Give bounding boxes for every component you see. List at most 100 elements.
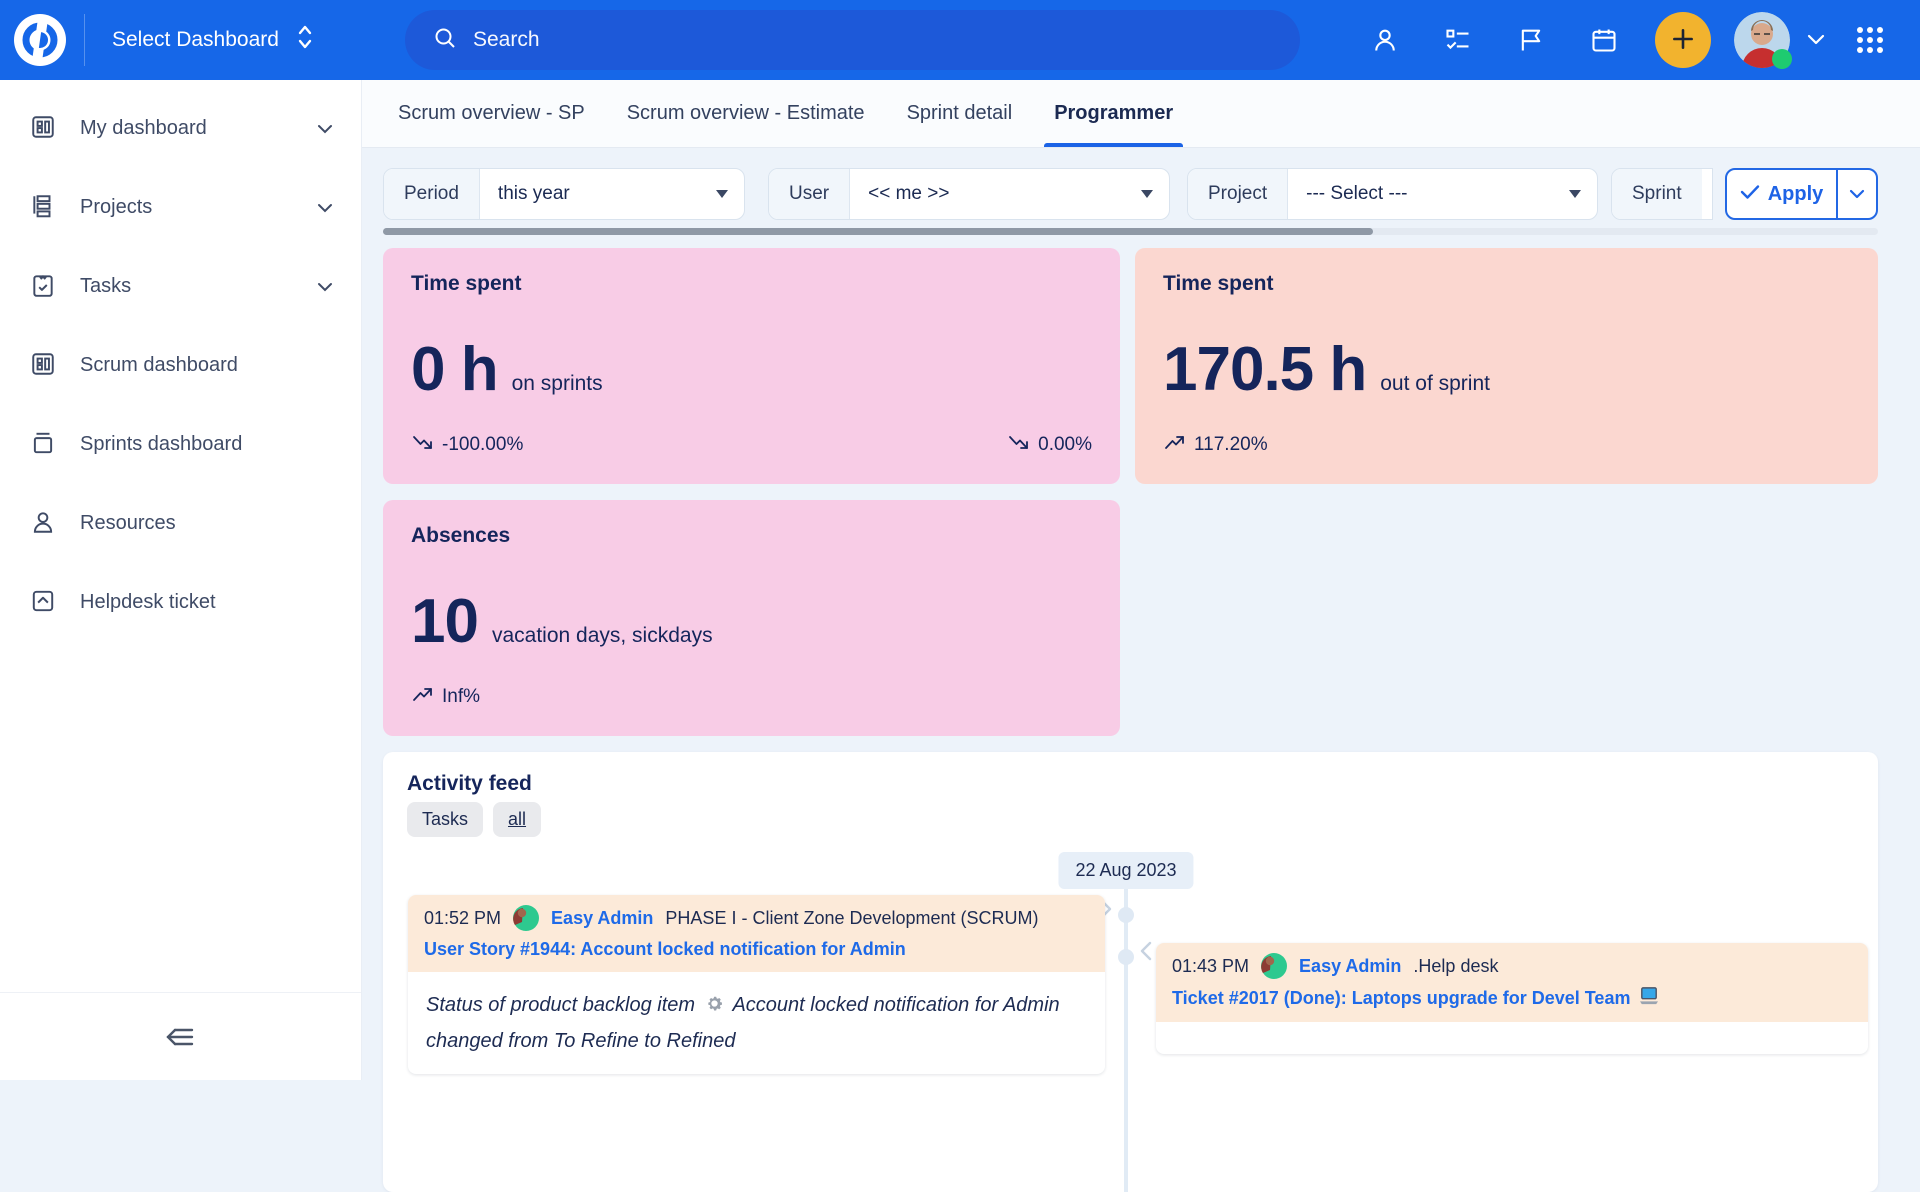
activity-item-header: 01:43 PM Easy Admin .Help desk Tick	[1156, 943, 1868, 1022]
card-title: Time spent	[411, 272, 521, 296]
activity-filter-chips: Tasks all	[407, 802, 541, 837]
user-profile-icon[interactable]	[1361, 0, 1409, 80]
apply-button-label: Apply	[1768, 183, 1824, 206]
dashboard-icon	[30, 351, 56, 380]
easy-project-logo-icon	[12, 56, 68, 71]
metric-value: -100.00%	[442, 434, 523, 456]
sidebar-item-scrum-dashboard[interactable]: Scrum dashboard	[0, 326, 361, 405]
account-menu-chevron[interactable]	[1798, 0, 1834, 80]
activity-time: 01:43 PM	[1172, 956, 1249, 977]
activity-user-link[interactable]: Easy Admin	[551, 908, 653, 929]
dropdown-caret-icon	[716, 169, 744, 219]
chevron-down-icon	[317, 203, 333, 213]
sidebar-item-label: My dashboard	[80, 117, 207, 140]
time-spent-sprints-card: Time spent 0 h on sprints -100.00%	[383, 248, 1120, 484]
task-checklist-icon[interactable]	[1434, 0, 1482, 80]
metric-value: 117.20%	[1194, 434, 1268, 456]
tab-scrum-overview-sp[interactable]: Scrum overview - SP	[396, 80, 587, 147]
search-input[interactable]	[473, 10, 1300, 70]
chip-all[interactable]: all	[493, 802, 541, 837]
person-icon	[30, 509, 56, 538]
user-mini-avatar	[513, 905, 539, 931]
timeline-node	[1118, 907, 1134, 923]
dashboard-icon	[30, 114, 56, 143]
dropdown-caret-icon	[1569, 169, 1597, 219]
user-filter: User << me >>	[768, 168, 1170, 220]
card-metrics: 117.20%	[1163, 430, 1850, 460]
dashboard-selector-label: Select Dashboard	[112, 28, 279, 52]
activity-task-link[interactable]: User Story #1944: Account locked notific…	[424, 939, 1089, 960]
sprint-filter-label[interactable]: Sprint	[1612, 169, 1702, 219]
card-value-number: 10	[411, 586, 478, 657]
header-divider	[84, 14, 85, 66]
sidebar-item-resources[interactable]: Resources	[0, 484, 361, 563]
absences-card: Absences 10 vacation days, sickdays Inf%	[383, 500, 1120, 736]
calendar-icon[interactable]	[1580, 0, 1628, 80]
sidebar-item-helpdesk-ticket[interactable]: Helpdesk ticket	[0, 563, 361, 642]
sidebar-item-label: Scrum dashboard	[80, 354, 238, 377]
sidebar-item-tasks[interactable]: Tasks	[0, 247, 361, 326]
sidebar-item-label: Helpdesk ticket	[80, 591, 216, 614]
metric-value: 0.00%	[1038, 434, 1092, 456]
trending-down-icon	[1007, 430, 1031, 460]
metric: 117.20%	[1163, 430, 1268, 460]
card-value: 170.5 h out of sprint	[1163, 334, 1490, 405]
activity-ticket-link[interactable]: Ticket #2017 (Done): Laptops upgrade for…	[1172, 987, 1852, 1010]
period-filter: Period this year	[383, 168, 745, 220]
horizontal-scrollbar-track	[383, 228, 1878, 235]
period-filter-value[interactable]: this year	[480, 169, 716, 219]
global-search	[405, 10, 1300, 70]
sidebar-item-my-dashboard[interactable]: My dashboard	[0, 89, 361, 168]
tab-scrum-overview-estimate[interactable]: Scrum overview - Estimate	[625, 80, 867, 147]
sidebar-item-sprints-dashboard[interactable]: Sprints dashboard	[0, 405, 361, 484]
tab-programmer[interactable]: Programmer	[1052, 80, 1175, 147]
tab-sprint-detail[interactable]: Sprint detail	[905, 80, 1015, 147]
filter-bar: Period this year User << me >> Project -…	[362, 168, 1920, 240]
card-value-suffix: on sprints	[512, 372, 603, 396]
timeline-date-badge: 22 Aug 2023	[1058, 852, 1193, 889]
activity-feed-panel: Activity feed Tasks all 22 Aug 2023 01:5…	[383, 752, 1878, 1192]
flag-icon[interactable]	[1507, 0, 1555, 80]
collapse-sidebar-button[interactable]	[162, 1023, 200, 1051]
archive-box-icon	[30, 430, 56, 459]
sidebar-item-label: Resources	[80, 512, 176, 535]
activity-ticket-link-text: Ticket #2017 (Done): Laptops upgrade for…	[1172, 988, 1630, 1009]
project-filter-value[interactable]: --- Select ---	[1288, 169, 1569, 219]
main-content: Scrum overview - SP Scrum overview - Est…	[362, 80, 1920, 1080]
metric: 0.00%	[1007, 430, 1092, 460]
dashboard-selector[interactable]: Select Dashboard	[112, 0, 313, 80]
activity-item-meta: 01:52 PM Easy Admin PHASE I - Client Zon…	[424, 905, 1089, 931]
horizontal-scrollbar-thumb[interactable]	[383, 228, 1373, 235]
card-value: 0 h on sprints	[411, 334, 603, 405]
timeline-line	[1124, 888, 1128, 1192]
app-logo[interactable]	[12, 12, 68, 68]
sidebar-item-projects[interactable]: Projects	[0, 168, 361, 247]
card-metrics: Inf%	[411, 682, 1092, 712]
dashboard-tabs: Scrum overview - SP Scrum overview - Est…	[362, 80, 1920, 148]
chip-tasks[interactable]: Tasks	[407, 802, 483, 837]
chevron-left-icon	[1139, 940, 1153, 962]
avatar[interactable]	[1734, 12, 1790, 68]
activity-time: 01:52 PM	[424, 908, 501, 929]
activity-item-meta: 01:43 PM Easy Admin .Help desk	[1172, 953, 1852, 979]
apps-grid-icon[interactable]	[1846, 0, 1894, 80]
user-filter-label: User	[769, 169, 850, 219]
clipboard-check-icon	[30, 272, 56, 301]
activity-task-link-text: User Story #1944: Account locked notific…	[424, 939, 906, 960]
time-spent-out-of-sprint-card: Time spent 170.5 h out of sprint 117.20%	[1135, 248, 1878, 484]
activity-item: 01:52 PM Easy Admin PHASE I - Client Zon…	[408, 895, 1105, 1074]
card-value-suffix: vacation days, sickdays	[492, 624, 713, 648]
user-mini-avatar	[1261, 953, 1287, 979]
sort-chevrons-icon	[297, 24, 313, 56]
activity-project-context: PHASE I - Client Zone Development (SCRUM…	[665, 908, 1038, 929]
sidebar-item-label: Projects	[80, 196, 152, 219]
user-filter-value[interactable]: << me >>	[850, 169, 1141, 219]
activity-item-header: 01:52 PM Easy Admin PHASE I - Client Zon…	[408, 895, 1105, 972]
timeline-node	[1118, 949, 1134, 965]
create-new-button[interactable]	[1655, 12, 1711, 68]
plus-icon	[1670, 26, 1696, 55]
card-value-number: 0 h	[411, 334, 498, 405]
apply-options-chevron[interactable]	[1836, 170, 1876, 218]
apply-button[interactable]: Apply	[1727, 170, 1836, 218]
activity-user-link[interactable]: Easy Admin	[1299, 956, 1401, 977]
